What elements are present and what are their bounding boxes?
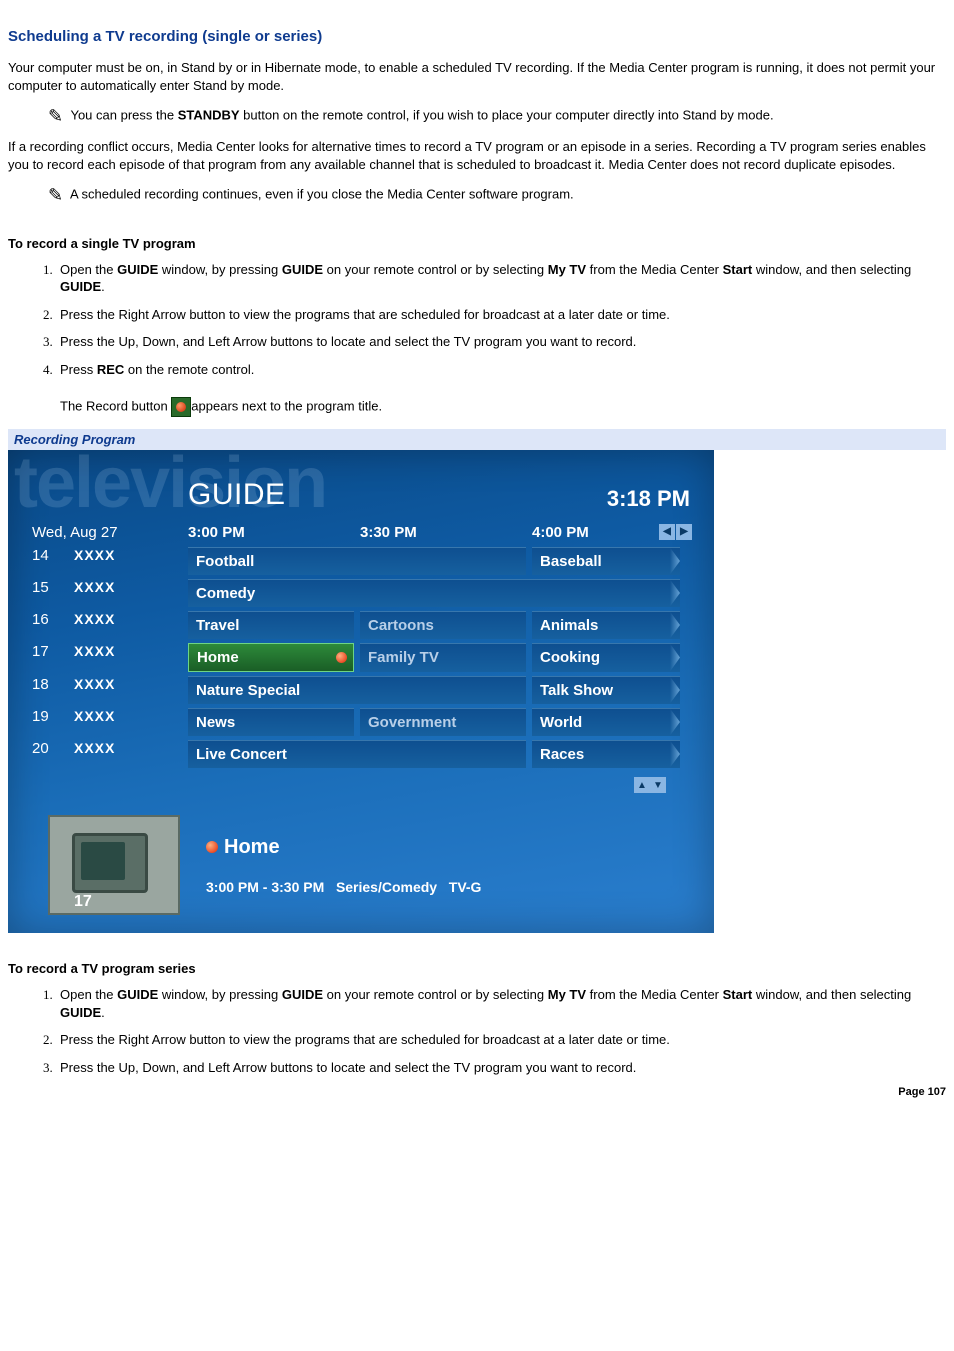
step-1: Open the GUIDE window, by pressing GUIDE… <box>56 986 946 1021</box>
guide-row: 18XXXXNature SpecialTalk Show <box>32 676 690 704</box>
channel-name: XXXX <box>74 611 182 639</box>
channel-name: XXXX <box>74 547 182 575</box>
program-cell[interactable]: Football <box>188 547 526 575</box>
step-1: Open the GUIDE window, by pressing GUIDE… <box>56 261 946 296</box>
program-cell[interactable]: Home <box>188 643 354 672</box>
step-3: Press the Up, Down, and Left Arrow butto… <box>56 333 946 351</box>
guide-row: 16XXXXTravelCartoonsAnimals <box>32 611 690 639</box>
detail-title: Home <box>206 836 481 859</box>
step-2: Press the Right Arrow button to view the… <box>56 306 946 324</box>
scroll-up-button[interactable]: ▲ <box>634 777 650 793</box>
continue-arrow-icon <box>670 580 680 607</box>
intro-paragraph: Your computer must be on, in Stand by or… <box>8 59 946 94</box>
scroll-right-button[interactable]: ▶ <box>676 524 692 540</box>
note-2: ✎ A scheduled recording continues, even … <box>8 183 946 207</box>
guide-row: 14XXXXFootballBaseball <box>32 547 690 575</box>
tv-icon <box>72 833 148 893</box>
channel-name: XXXX <box>74 740 182 768</box>
continue-arrow-icon <box>670 709 680 736</box>
channel-name: XXXX <box>74 708 182 736</box>
thumbnail-channel: 17 <box>74 893 92 911</box>
channel-name: XXXX <box>74 643 182 672</box>
record-icon <box>171 397 191 417</box>
note-1: ✎ You can press the STANDBY button on th… <box>8 104 946 128</box>
channel-number: 18 <box>32 676 68 704</box>
program-cell[interactable]: World <box>532 708 680 736</box>
scroll-down-button[interactable]: ▼ <box>650 777 666 793</box>
program-thumbnail: 17 <box>48 815 180 915</box>
guide-title: GUIDE <box>188 478 286 512</box>
program-cell[interactable]: Baseball <box>532 547 680 575</box>
channel-number: 17 <box>32 643 68 672</box>
guide-clock: 3:18 PM <box>607 486 690 512</box>
steps-single: Open the GUIDE window, by pressing GUIDE… <box>8 261 946 417</box>
record-indicator-icon <box>206 841 218 853</box>
continue-arrow-icon <box>670 741 680 768</box>
figure-caption: Recording Program <box>8 429 946 450</box>
time-col-2: 3:30 PM <box>360 524 526 541</box>
channel-name: XXXX <box>74 676 182 704</box>
section-title: Scheduling a TV recording (single or ser… <box>8 28 946 45</box>
program-cell[interactable]: Government <box>360 708 526 736</box>
continue-arrow-icon <box>670 677 680 704</box>
continue-arrow-icon <box>670 644 680 672</box>
pencil-note-icon: ✎ <box>48 104 63 128</box>
guide-row: 20XXXXLive ConcertRaces <box>32 740 690 768</box>
record-indicator-icon <box>336 652 347 663</box>
guide-date: Wed, Aug 27 <box>32 524 182 541</box>
pencil-note-icon: ✎ <box>48 183 63 207</box>
channel-name: XXXX <box>74 579 182 607</box>
program-cell[interactable]: News <box>188 708 354 736</box>
step-2: Press the Right Arrow button to view the… <box>56 1031 946 1049</box>
page-number: Page 107 <box>8 1086 946 1098</box>
program-cell[interactable]: Comedy <box>188 579 680 607</box>
program-cell[interactable]: Animals <box>532 611 680 639</box>
program-cell[interactable]: Cartoons <box>360 611 526 639</box>
program-cell[interactable]: Races <box>532 740 680 768</box>
channel-number: 20 <box>32 740 68 768</box>
subhead-single: To record a single TV program <box>8 236 946 251</box>
subhead-series: To record a TV program series <box>8 961 946 976</box>
program-cell[interactable]: Cooking <box>532 643 680 672</box>
continue-arrow-icon <box>670 612 680 639</box>
guide-row: 17XXXXHomeFamily TVCooking <box>32 643 690 672</box>
paragraph-conflict: If a recording conflict occurs, Media Ce… <box>8 138 946 173</box>
steps-series: Open the GUIDE window, by pressing GUIDE… <box>8 986 946 1076</box>
program-cell[interactable]: Talk Show <box>532 676 680 704</box>
guide-screenshot: television GUIDE 3:18 PM Wed, Aug 27 3:0… <box>8 450 714 934</box>
channel-number: 16 <box>32 611 68 639</box>
time-col-3: 4:00 PM <box>532 524 680 541</box>
continue-arrow-icon <box>670 548 680 575</box>
scroll-left-button[interactable]: ◀ <box>659 524 675 540</box>
program-cell[interactable]: Live Concert <box>188 740 526 768</box>
channel-number: 15 <box>32 579 68 607</box>
program-cell[interactable]: Family TV <box>360 643 526 672</box>
time-col-1: 3:00 PM <box>188 524 354 541</box>
channel-number: 14 <box>32 547 68 575</box>
channel-number: 19 <box>32 708 68 736</box>
detail-meta: 3:00 PM - 3:30 PM Series/Comedy TV-G <box>206 879 481 895</box>
step-4: Press REC on the remote control. The Rec… <box>56 361 946 417</box>
program-cell[interactable]: Travel <box>188 611 354 639</box>
guide-row: 15XXXXComedy <box>32 579 690 607</box>
guide-row: 19XXXXNewsGovernmentWorld <box>32 708 690 736</box>
program-cell[interactable]: Nature Special <box>188 676 526 704</box>
step-3: Press the Up, Down, and Left Arrow butto… <box>56 1059 946 1077</box>
